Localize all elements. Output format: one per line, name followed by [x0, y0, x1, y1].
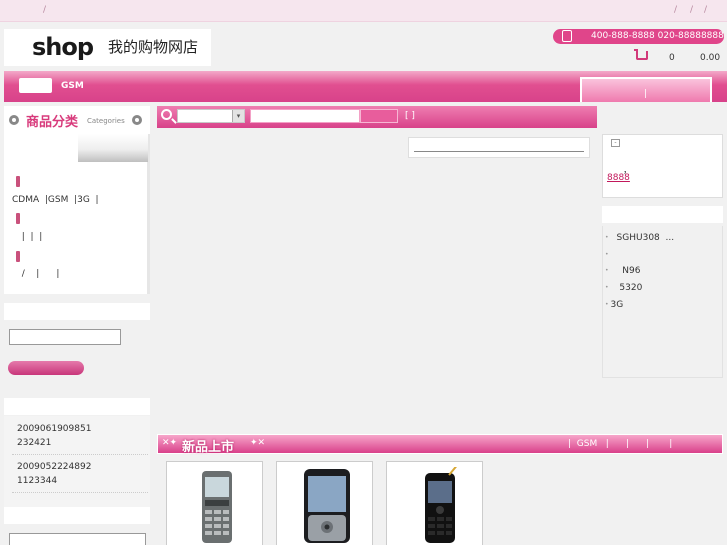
ranking-item[interactable]: • SGHU308 ...	[605, 233, 674, 243]
product-image[interactable]	[177, 467, 254, 545]
notice-link[interactable]: 8888	[607, 173, 630, 183]
product-image[interactable]	[287, 467, 364, 545]
shopping-cart-icon[interactable]	[634, 49, 648, 60]
sidebar-input[interactable]	[9, 533, 146, 545]
notice-box: - ， 8888	[602, 134, 723, 198]
ranking-item-label: N96	[616, 266, 641, 276]
category-panel: CDMA |GSM |3G | | | | / | |	[4, 134, 150, 294]
bullet-icon: •	[605, 284, 609, 291]
order-list: 2009061909851 232421 2009052224892 11233…	[4, 416, 150, 507]
search-category-select[interactable]: ▾	[177, 109, 245, 123]
product-search-bar: ▾ [ ]	[157, 106, 597, 128]
new-products-header: ✕✦ 新品上市 ✦✕ | GSM | | | |	[157, 434, 723, 455]
order-item[interactable]: 2009061909851 232421	[17, 422, 91, 450]
bullet-icon: •	[605, 251, 609, 258]
topbar-separator: /	[43, 5, 47, 15]
ranking-item[interactable]: • 5320	[605, 283, 642, 293]
sparkle-icon: ✦✕	[250, 438, 266, 448]
category-links-row[interactable]: CDMA |GSM |3G |	[12, 195, 99, 205]
store-name: 我的购物网店	[108, 38, 199, 56]
ranking-header	[602, 206, 723, 223]
category-subtitle: Categories	[87, 117, 125, 125]
category-group-marker	[16, 176, 20, 187]
news-ticker[interactable]	[408, 137, 590, 158]
product-image[interactable]	[397, 467, 474, 545]
cart-item-count: 0	[669, 53, 675, 63]
topbar-separator: /	[690, 5, 694, 15]
divider	[12, 454, 148, 455]
product-card[interactable]	[166, 461, 263, 545]
search-input[interactable]	[250, 109, 360, 123]
login-box-header	[4, 303, 150, 320]
topbar-separator: /	[674, 5, 678, 15]
sidebar-submit-button[interactable]	[8, 361, 84, 375]
phone-icon	[562, 30, 572, 42]
search-button[interactable]	[360, 109, 398, 123]
sparkle-icon: ✕✦	[162, 438, 178, 448]
new-products-title: 新品上市	[182, 440, 235, 455]
nav-item-home[interactable]	[19, 78, 52, 93]
banner-area	[157, 133, 597, 428]
hotline-badge: 400-888-8888 020-88888888	[553, 29, 724, 44]
logo-mark: shop	[32, 33, 94, 61]
top-utility-bar: / / / /	[0, 0, 727, 22]
order-item[interactable]: 2009052224892 1123344	[17, 460, 91, 488]
bullet-icon: •	[605, 301, 609, 308]
ranking-item-label: 3G	[610, 300, 624, 310]
category-links-row[interactable]: | | |	[16, 232, 43, 242]
ticker-underline	[414, 151, 584, 152]
category-links-row[interactable]: / | |	[16, 269, 60, 279]
circle-bullet-icon	[132, 115, 142, 125]
main-nav: GSM |	[4, 71, 727, 102]
category-group-marker	[16, 213, 20, 224]
bullet-icon: •	[605, 234, 609, 241]
search-icon	[161, 109, 172, 120]
category-tab-inactive[interactable]	[78, 134, 148, 162]
hotline-numbers: 400-888-8888 020-88888888	[591, 31, 724, 41]
new-products-filter-links[interactable]: | GSM | | | |	[568, 439, 672, 449]
category-title: 商品分类	[26, 115, 79, 130]
circle-bullet-icon	[9, 115, 19, 125]
ranking-list: • SGHU308 ... • • N96 • 5320 • 3G	[602, 226, 723, 378]
topbar-separator: /	[704, 5, 708, 15]
product-card[interactable]	[386, 461, 483, 545]
sidebar-input[interactable]	[9, 329, 121, 345]
nav-user-tab-label: |	[644, 89, 648, 99]
sidebar-box-header	[4, 507, 150, 524]
ranking-item[interactable]: • 3G	[605, 300, 623, 310]
collapse-icon[interactable]: -	[611, 139, 620, 147]
orders-box-header	[4, 398, 150, 415]
logo-mark-text: shop	[32, 33, 94, 61]
category-group-marker	[16, 251, 20, 262]
ranking-item[interactable]: • N96	[605, 266, 640, 276]
chevron-down-icon[interactable]: ▾	[232, 110, 244, 122]
cart-total: 0.00	[700, 53, 721, 63]
product-card[interactable]	[276, 461, 373, 545]
advanced-search-link[interactable]: [ ]	[405, 111, 415, 121]
ranking-item[interactable]: •	[605, 250, 617, 260]
ranking-item-label: 5320	[616, 283, 643, 293]
store-logo[interactable]: shop 我的购物网店	[4, 29, 211, 66]
category-header: 商品分类 Categories	[4, 106, 150, 134]
bullet-icon: •	[605, 267, 609, 274]
ranking-item-label: SGHU308 ...	[616, 233, 675, 243]
nav-user-tab[interactable]: |	[580, 77, 712, 102]
divider	[12, 492, 148, 493]
category-tab-active[interactable]	[8, 134, 78, 162]
nav-item-gsm[interactable]: GSM	[61, 81, 84, 91]
